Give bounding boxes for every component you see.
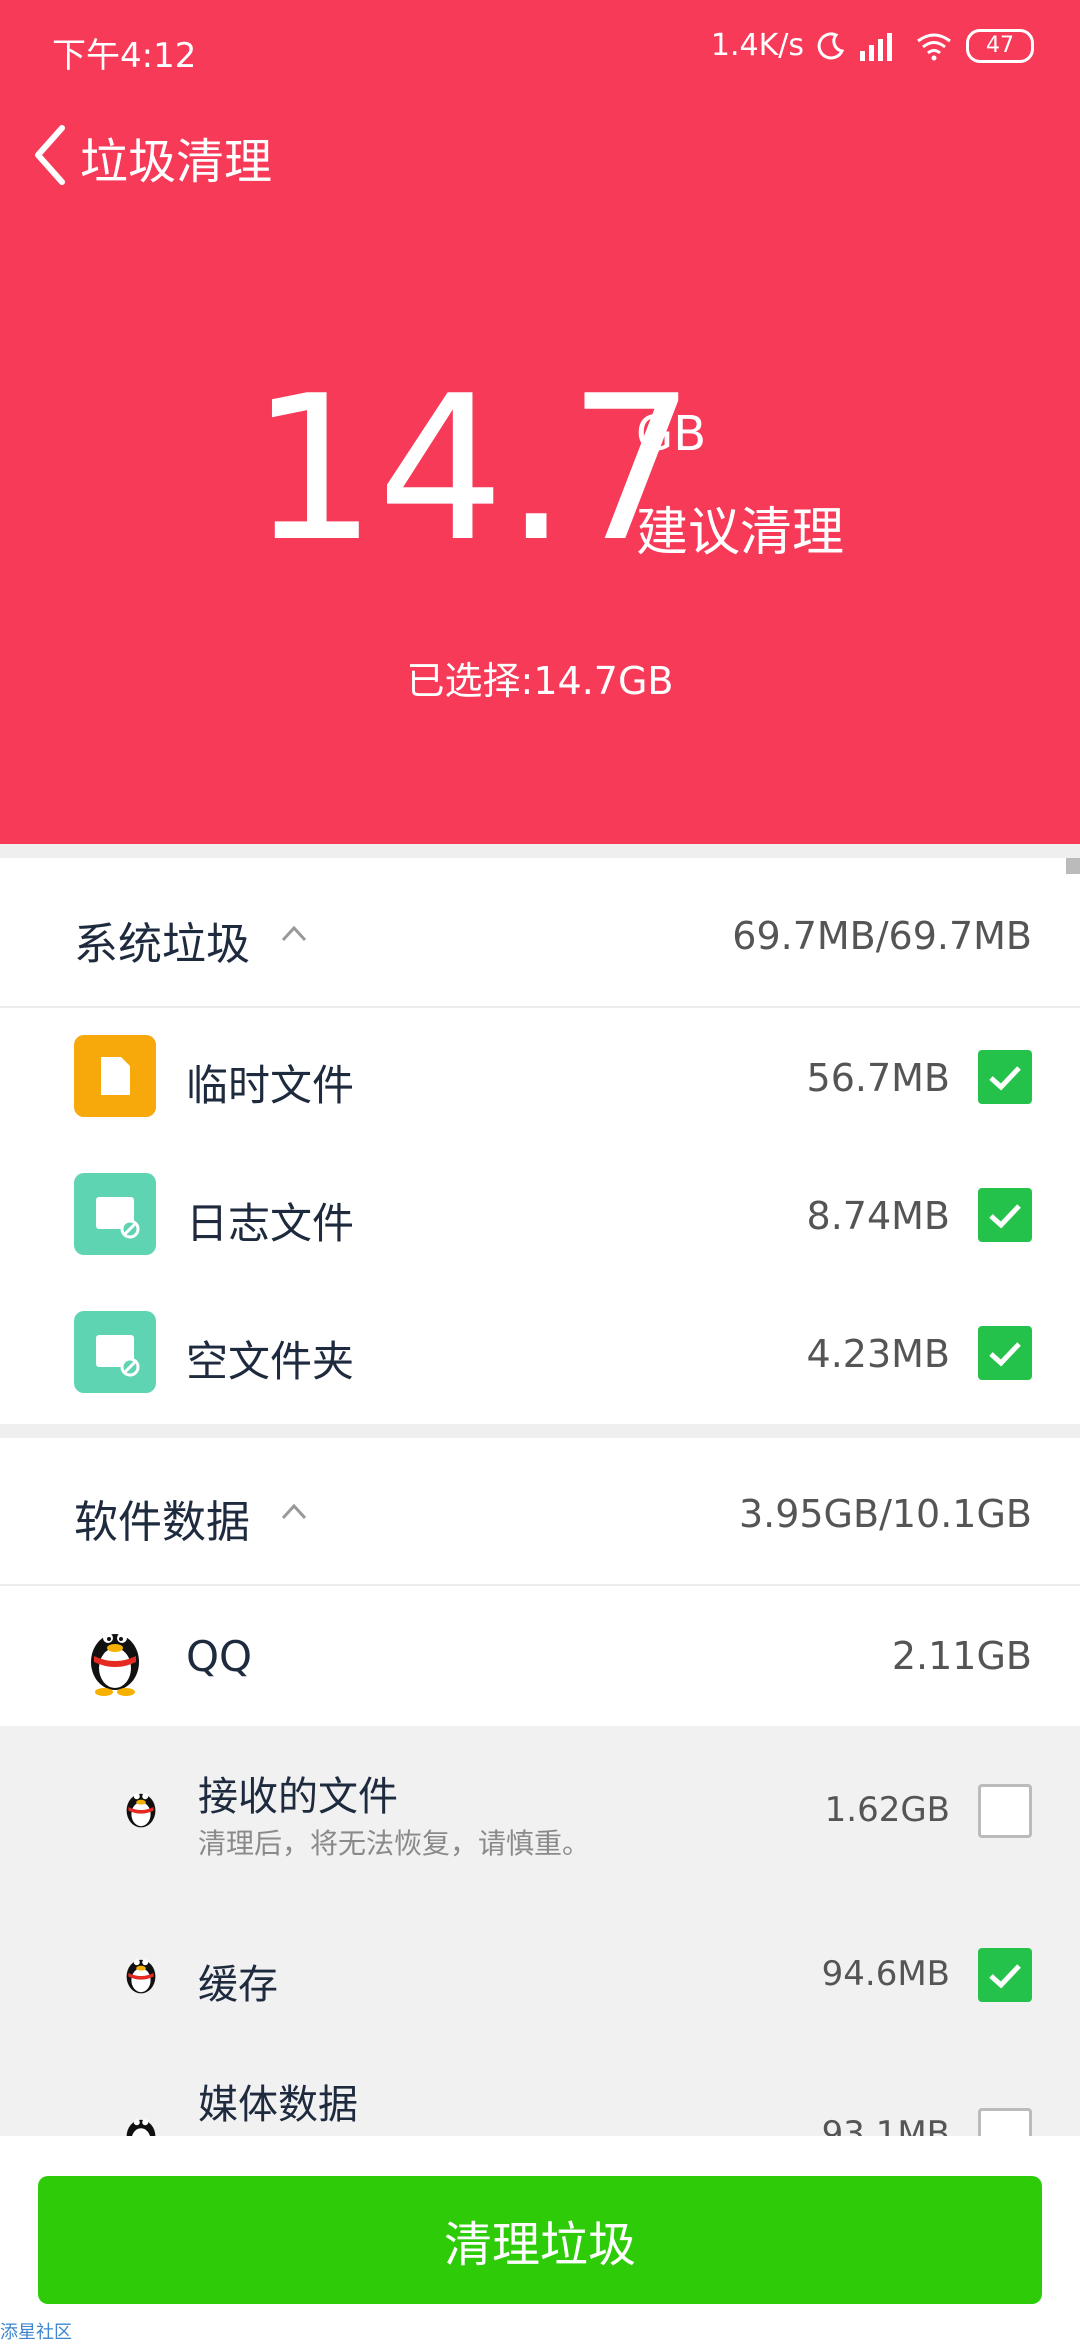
qq-icon — [126, 2119, 156, 2136]
app-row-qq[interactable]: QQ 2.11GB — [0, 1586, 1080, 1726]
network-speed: 1.4K/s — [710, 28, 804, 63]
list-item[interactable]: 空文件夹 4.23MB — [0, 1284, 1080, 1422]
clean-junk-button[interactable]: 清理垃圾 — [38, 2176, 1042, 2304]
system-junk-header[interactable]: 系统垃圾 69.7MB/69.7MB — [0, 858, 1080, 1008]
qq-icon — [126, 1793, 156, 1828]
checkbox-checked[interactable] — [978, 1326, 1032, 1380]
section-size: 69.7MB/69.7MB — [732, 914, 1032, 958]
item-size: 4.23MB — [806, 1332, 950, 1376]
section-spacer — [0, 1424, 1080, 1438]
header: 下午4:12 1.4K/s 47 垃圾清理 14.7 GB 建议清理 已选择:1… — [0, 0, 1080, 844]
empty-folder-icon — [74, 1311, 156, 1393]
qq-subitems: 接收的文件 清理后，将无法恢复，请慎重。 1.62GB 缓存 94.6MB 媒体… — [0, 1726, 1080, 2136]
file-icon — [74, 1035, 156, 1117]
item-size: 8.74MB — [806, 1194, 950, 1238]
wifi-icon — [917, 33, 951, 60]
app-size: 2.11GB — [891, 1634, 1032, 1678]
selected-size: 已选择:14.7GB — [406, 659, 674, 703]
section-spacer — [0, 844, 1080, 858]
list-item[interactable]: 接收的文件 清理后，将无法恢复，请慎重。 1.62GB — [0, 1726, 1080, 1892]
chevron-up-icon[interactable] — [280, 920, 308, 948]
checkbox-unchecked[interactable] — [978, 1784, 1032, 1838]
checkbox-unchecked[interactable] — [978, 2108, 1032, 2136]
list-item[interactable]: 临时文件 56.7MB — [0, 1008, 1080, 1146]
checkbox-checked[interactable] — [978, 1948, 1032, 2002]
app-label: QQ — [186, 1632, 253, 1681]
item-note: 清理后，将无法恢复，请慎重。 — [198, 1827, 591, 1860]
list-item[interactable]: 缓存 94.6MB — [0, 1892, 1080, 2058]
item-label: 日志文件 — [186, 1199, 355, 1248]
item-label: 临时文件 — [186, 1061, 355, 1110]
back-arrow-icon[interactable] — [26, 120, 76, 190]
section-title: 软件数据 — [74, 1497, 250, 1548]
software-data-header[interactable]: 软件数据 3.95GB/10.1GB — [0, 1438, 1080, 1584]
checkbox-checked[interactable] — [978, 1188, 1032, 1242]
item-label: 空文件夹 — [186, 1337, 355, 1386]
watermark: 添星社区 — [0, 2322, 72, 2343]
item-label: 媒体数据 — [198, 2082, 358, 2128]
signal-icon — [860, 32, 892, 61]
log-file-icon — [74, 1173, 156, 1255]
chevron-up-icon[interactable] — [280, 1498, 308, 1526]
battery-indicator: 47 — [966, 28, 1034, 63]
item-size: 56.7MB — [806, 1056, 950, 1100]
item-label: 缓存 — [198, 1962, 278, 2008]
list-item[interactable]: 日志文件 8.74MB — [0, 1146, 1080, 1284]
checkbox-checked[interactable] — [978, 1050, 1032, 1104]
page-title: 垃圾清理 — [80, 134, 273, 190]
section-title: 系统垃圾 — [74, 919, 250, 970]
qq-icon — [126, 1959, 156, 1994]
status-time: 下午4:12 — [52, 36, 197, 76]
qq-icon — [91, 1633, 139, 1696]
item-size: 1.62GB — [824, 1790, 950, 1830]
status-bar-right: 1.4K/s 47 — [711, 28, 1034, 63]
section-size: 3.95GB/10.1GB — [738, 1492, 1032, 1536]
item-label: 接收的文件 — [198, 1774, 398, 1820]
junk-size-value: 14.7 — [250, 353, 696, 586]
suggest-clean-label: 建议清理 — [636, 503, 845, 563]
junk-size-unit: GB — [636, 406, 707, 462]
item-size: 94.6MB — [821, 1954, 950, 1994]
moon-icon — [817, 31, 845, 59]
item-size: 93.1MB — [821, 2114, 950, 2136]
list-item[interactable]: 媒体数据 93.1MB — [0, 2058, 1080, 2136]
bottom-bar: 清理垃圾 — [0, 2136, 1080, 2340]
